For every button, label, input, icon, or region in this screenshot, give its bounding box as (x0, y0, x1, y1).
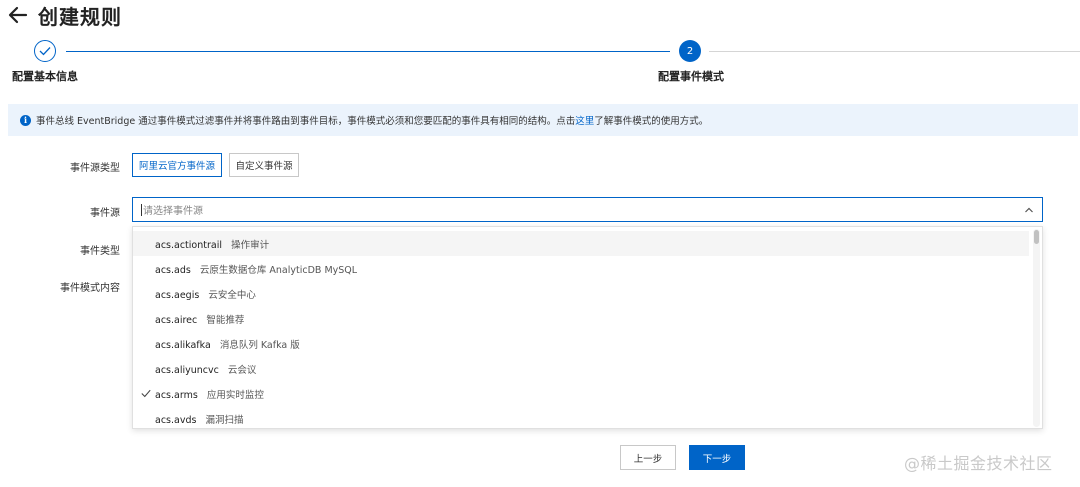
option-code: acs.alikafka (155, 339, 211, 351)
watermark: @稀土掘金技术社区 (904, 454, 1053, 473)
dropdown-option[interactable]: acs.airec 智能推荐 (133, 306, 1029, 331)
option-desc: 智能推荐 (206, 314, 245, 326)
step-1-label: 配置基本信息 (12, 70, 78, 83)
info-link[interactable]: 这里 (575, 113, 594, 127)
event-source-select[interactable]: 请选择事件源 (132, 197, 1043, 222)
dropdown-option[interactable]: acs.alikafka 消息队列 Kafka 版 (133, 331, 1029, 356)
option-desc: 云原生数据仓库 AnalyticDB MySQL (199, 264, 358, 276)
step-connector-pending (709, 51, 1080, 52)
event-source-placeholder: 请选择事件源 (143, 206, 203, 217)
dropdown-scrollbar-thumb[interactable] (1034, 230, 1039, 244)
dropdown-scrollbar-track[interactable] (1033, 229, 1040, 427)
option-code: acs.airec (155, 314, 198, 326)
option-code: acs.ads (155, 264, 191, 276)
previous-step-button[interactable]: 上一步 (620, 445, 676, 470)
event-source-dropdown[interactable]: acs.actiontrail 操作审计 acs.ads 云原生数据仓库 Ana… (132, 226, 1043, 429)
option-code: acs.aegis (155, 289, 200, 301)
next-step-button[interactable]: 下一步 (689, 445, 745, 470)
option-desc: 消息队列 Kafka 版 (219, 339, 300, 351)
step-connector-done (66, 51, 670, 52)
event-type-label: 事件类型 (80, 246, 120, 257)
chevron-up-icon[interactable] (1024, 205, 1034, 215)
source-type-official-button[interactable]: 阿里云官方事件源 (132, 153, 222, 177)
page-title: 创建规则 (38, 4, 122, 29)
dropdown-option[interactable]: acs.aliyuncvc 云会议 (133, 356, 1029, 381)
info-banner: i 事件总线 EventBridge 通过事件模式过滤事件并将事件路由到事件目标… (8, 104, 1078, 136)
option-code: acs.actiontrail (155, 239, 222, 251)
text-cursor (141, 203, 142, 216)
dropdown-option[interactable]: acs.ads 云原生数据仓库 AnalyticDB MySQL (133, 256, 1029, 281)
option-desc: 操作审计 (231, 239, 270, 251)
event-pattern-label: 事件模式内容 (60, 283, 120, 294)
page-header: 创建规则 (8, 2, 122, 29)
step-2-number: 2 (686, 45, 694, 57)
create-rule-page: 创建规则 2 配置基本信息 配置事件模式 i 事件总线 EventBridge … (0, 0, 1080, 487)
option-desc: 应用实时监控 (206, 389, 264, 401)
dropdown-option-selected[interactable]: acs.arms 应用实时监控 (133, 381, 1029, 406)
info-icon: i (20, 114, 31, 126)
step-1-circle (34, 40, 56, 62)
step-indicator: 2 配置基本信息 配置事件模式 (0, 38, 1080, 88)
dropdown-option[interactable]: acs.aegis 云安全中心 (133, 281, 1029, 306)
step-2-circle: 2 (679, 40, 701, 62)
step-2-label: 配置事件模式 (658, 70, 724, 83)
source-type-label: 事件源类型 (70, 163, 120, 174)
option-desc: 云安全中心 (208, 289, 256, 301)
check-icon (39, 47, 51, 56)
option-code: acs.avds (155, 414, 197, 426)
dropdown-option[interactable]: acs.actiontrail 操作审计 (133, 231, 1029, 256)
source-type-custom-button[interactable]: 自定义事件源 (229, 153, 299, 177)
check-icon (141, 389, 151, 398)
option-desc: 云会议 (227, 364, 257, 376)
option-desc: 漏洞扫描 (205, 414, 244, 426)
info-text-before: 事件总线 EventBridge 通过事件模式过滤事件并将事件路由到事件目标，事… (36, 116, 576, 127)
arrow-left-icon[interactable] (8, 5, 28, 25)
info-text-after: 了解事件模式的使用方式。 (594, 116, 709, 127)
option-code: acs.aliyuncvc (155, 364, 219, 376)
dropdown-option[interactable]: acs.avds 漏洞扫描 (133, 406, 1029, 428)
option-code: acs.arms (155, 389, 198, 401)
event-source-label: 事件源 (90, 208, 120, 219)
